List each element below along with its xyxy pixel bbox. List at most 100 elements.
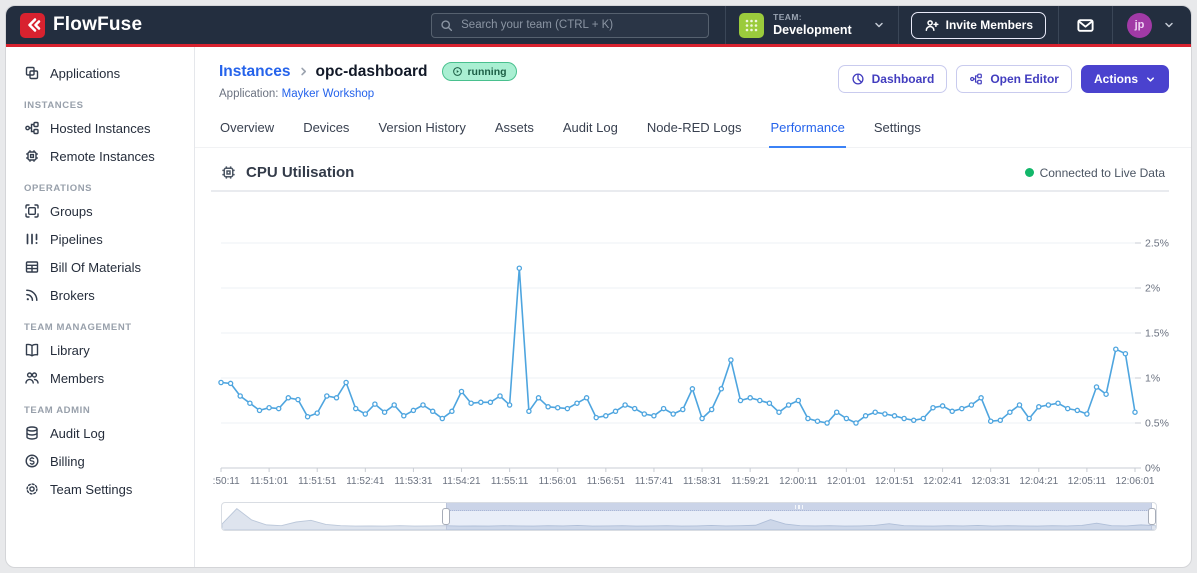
sidebar-item-label: Library xyxy=(50,342,90,358)
svg-text:11:52:41: 11:52:41 xyxy=(346,476,385,486)
chevron-right-icon xyxy=(298,66,309,77)
svg-text:12:02:41: 12:02:41 xyxy=(923,476,962,486)
brokers-icon xyxy=(26,289,38,301)
team-avatar xyxy=(739,12,765,38)
svg-text:1%: 1% xyxy=(1145,373,1160,385)
chart-title: CPU Utilisation xyxy=(246,164,355,181)
user-avatar: jp xyxy=(1127,12,1152,38)
sidebar-item-pipelines[interactable]: Pipelines xyxy=(6,225,194,253)
play-circle-icon xyxy=(453,67,463,76)
chevron-down-icon xyxy=(873,19,885,31)
team-search-box[interactable] xyxy=(431,12,710,38)
sidebar-item-label: Brokers xyxy=(50,287,95,303)
time-range-brush[interactable] xyxy=(221,502,1157,531)
user-menu[interactable]: jp xyxy=(1112,6,1191,44)
billing-icon xyxy=(25,454,39,468)
tab-devices[interactable]: Devices xyxy=(302,111,350,148)
tab-audit-log[interactable]: Audit Log xyxy=(562,111,619,148)
brush-selection[interactable] xyxy=(446,503,1153,530)
groups-icon xyxy=(25,204,39,218)
svg-text:11:53:31: 11:53:31 xyxy=(394,476,433,486)
brand-name: FlowFuse xyxy=(53,14,143,35)
sidebar-item-hosted-instances[interactable]: Hosted Instances xyxy=(6,114,194,142)
editor-nodes-icon xyxy=(970,73,983,85)
svg-text:12:00:11: 12:00:11 xyxy=(779,476,818,486)
envelope-icon xyxy=(1076,16,1095,35)
sidebar-item-library[interactable]: Library xyxy=(6,336,194,364)
dashboard-button-label: Dashboard xyxy=(871,72,935,86)
sidebar-item-audit-log[interactable]: Audit Log xyxy=(6,419,194,447)
live-status-dot-icon xyxy=(1024,168,1034,177)
tab-assets[interactable]: Assets xyxy=(494,111,535,148)
live-status-label: Connected to Live Data xyxy=(1039,165,1165,180)
mail-button[interactable] xyxy=(1058,6,1112,44)
audit-log-icon xyxy=(26,426,38,440)
sidebar-section-instances: INSTANCES xyxy=(24,100,84,111)
sidebar-item-label: Team Settings xyxy=(50,481,133,497)
sidebar-item-label: Applications xyxy=(50,65,121,81)
status-label: running xyxy=(467,65,507,78)
team-name: Development xyxy=(773,22,852,37)
sidebar-item-label: Audit Log xyxy=(50,425,105,441)
open-editor-button-label: Open Editor xyxy=(990,72,1059,86)
breadcrumb-instances-link[interactable]: Instances xyxy=(219,63,291,81)
sidebar-item-label: Pipelines xyxy=(50,231,103,247)
tab-performance[interactable]: Performance xyxy=(769,111,846,148)
svg-text:12:04:21: 12:04:21 xyxy=(1019,476,1058,486)
svg-text:12:01:01: 12:01:01 xyxy=(827,476,866,486)
sidebar-item-brokers[interactable]: Brokers xyxy=(6,281,194,309)
pipelines-icon xyxy=(26,233,38,245)
application-label: Application: xyxy=(219,88,279,100)
search-input[interactable] xyxy=(459,18,701,32)
sidebar-item-members[interactable]: Members xyxy=(6,364,194,392)
main-content: Instances opc-dashboard running Applicat… xyxy=(195,47,1191,567)
svg-text:11:50:11: 11:50:11 xyxy=(213,476,240,486)
bill-of-materials-icon xyxy=(25,261,39,273)
hosted-instances-icon xyxy=(25,121,39,135)
svg-text:2.5%: 2.5% xyxy=(1145,238,1169,250)
dashboard-button[interactable]: Dashboard xyxy=(837,65,948,93)
sidebar-item-groups[interactable]: Groups xyxy=(6,197,194,225)
sidebar-item-bill-of-materials[interactable]: Bill Of Materials xyxy=(6,253,194,281)
actions-button-label: Actions xyxy=(1093,72,1138,86)
sidebar-item-billing[interactable]: Billing xyxy=(6,447,194,475)
sidebar-item-applications[interactable]: Applications xyxy=(6,59,194,87)
cpu-utilisation-chart: 0% 0.5% 1% 1.5% 2% 2.5% 11:50:11 11:51:01 11:51:… xyxy=(202,192,1169,491)
team-selector[interactable]: TEAM: Development xyxy=(725,6,898,44)
person-plus-icon xyxy=(924,18,939,33)
application-link[interactable]: Mayker Workshop xyxy=(282,88,374,100)
invite-members-button[interactable]: Invite Members xyxy=(910,11,1046,39)
search-icon xyxy=(440,19,453,32)
sidebar-item-remote-instances[interactable]: Remote Instances xyxy=(6,142,194,170)
svg-text:11:54:21: 11:54:21 xyxy=(442,476,481,486)
library-icon xyxy=(25,343,39,357)
sidebar-item-label: Groups xyxy=(50,203,93,219)
svg-text:0%: 0% xyxy=(1145,463,1160,475)
pie-chart-icon xyxy=(852,73,864,85)
instance-tabs: Overview Devices Version History Assets … xyxy=(195,109,1191,148)
svg-text:11:57:41: 11:57:41 xyxy=(635,476,674,486)
top-navigation-bar: FlowFuse TEAM: Development xyxy=(6,6,1191,47)
tab-node-red-logs[interactable]: Node-RED Logs xyxy=(646,111,743,148)
sidebar-item-team-settings[interactable]: Team Settings xyxy=(6,475,194,503)
flowfuse-logo[interactable]: FlowFuse xyxy=(20,12,143,38)
app-window: FlowFuse TEAM: Development xyxy=(5,5,1192,568)
tab-version-history[interactable]: Version History xyxy=(377,111,466,148)
brush-handle-left[interactable] xyxy=(442,508,451,525)
svg-text:11:51:51: 11:51:51 xyxy=(298,476,337,486)
tab-settings[interactable]: Settings xyxy=(873,111,922,148)
sidebar-item-label: Remote Instances xyxy=(50,148,155,164)
brush-drag-strip[interactable] xyxy=(447,503,1152,511)
open-editor-button[interactable]: Open Editor xyxy=(956,65,1072,93)
brush-handle-right[interactable] xyxy=(1148,508,1156,525)
sidebar-section-team-admin: TEAM ADMIN xyxy=(24,405,91,416)
performance-panel: CPU Utilisation Connected to Live Data 0… xyxy=(195,148,1191,567)
svg-text:11:58:31: 11:58:31 xyxy=(683,476,722,486)
svg-text:11:59:21: 11:59:21 xyxy=(731,476,770,486)
svg-text:0.5%: 0.5% xyxy=(1145,418,1169,430)
tab-overview[interactable]: Overview xyxy=(219,111,275,148)
svg-text:1.5%: 1.5% xyxy=(1145,328,1169,340)
chevron-down-icon xyxy=(1163,19,1175,31)
svg-text:11:56:01: 11:56:01 xyxy=(539,476,578,486)
actions-button[interactable]: Actions xyxy=(1080,65,1169,93)
